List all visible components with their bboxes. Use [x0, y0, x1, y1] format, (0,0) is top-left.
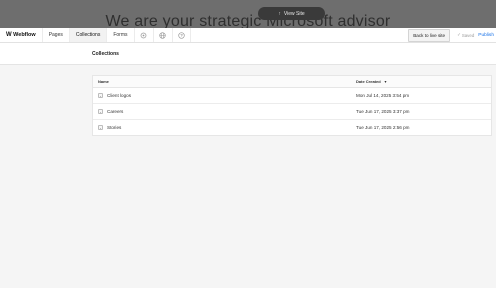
row-date-cell: Mon Jul 14, 2025 3:54 pm [356, 93, 491, 98]
row-name-cell: Careers [93, 109, 356, 114]
row-date: Mon Jul 14, 2025 3:54 pm [356, 93, 410, 98]
collection-icon [98, 93, 103, 98]
row-name-cell: Stories [93, 125, 356, 130]
table-header: Name Date Created ▼ [93, 76, 491, 88]
collection-icon [98, 125, 103, 130]
row-name: Careers [107, 109, 124, 114]
view-site-button[interactable]: ↑ View Site [258, 7, 325, 20]
row-name: Stories [107, 125, 122, 130]
saved-status: ✓ Saved [453, 32, 478, 38]
table-row[interactable]: Stories Tue Jun 17, 2025 2:56 pm [93, 120, 491, 135]
row-date: Tue Jun 17, 2025 2:56 pm [356, 125, 410, 130]
site-headline: We are your strategic Microsoft advisor [105, 13, 391, 28]
tab-pages-label: Pages [48, 32, 63, 38]
column-name-header[interactable]: Name [93, 79, 356, 84]
tab-forms[interactable]: Forms [106, 28, 133, 42]
sort-down-icon: ▼ [383, 79, 388, 84]
table-row[interactable]: Client logos Mon Jul 14, 2025 3:54 pm [93, 88, 491, 104]
collections-table: Name Date Created ▼ Client logos Mon Jul… [92, 75, 492, 136]
tab-collections[interactable]: Collections [68, 28, 107, 42]
check-icon: ✓ [457, 32, 461, 37]
tab-forms-label: Forms [113, 32, 128, 38]
editor-toolbar: W Webflow Pages Collections Forms Back t… [0, 28, 496, 43]
arrow-up-icon: ↑ [278, 10, 281, 17]
row-date-cell: Tue Jun 17, 2025 2:56 pm [356, 125, 491, 130]
row-date-cell: Tue Jun 17, 2025 3:37 pm [356, 109, 491, 114]
tab-collections-label: Collections [75, 32, 101, 38]
column-date-header[interactable]: Date Created ▼ [356, 79, 491, 84]
collection-icon [98, 109, 103, 114]
publish-button[interactable]: Publish [478, 33, 496, 38]
panel-header: Collections [0, 43, 496, 65]
webflow-logo[interactable]: W Webflow [0, 28, 42, 42]
webflow-w-icon: W [6, 32, 12, 38]
saved-label: Saved [461, 32, 475, 38]
back-to-live-site-button[interactable]: Back to live site [408, 28, 451, 42]
logo-label: Webflow [13, 32, 36, 38]
row-name: Client logos [107, 93, 132, 98]
site-preview: We are your strategic Microsoft advisor [0, 0, 496, 28]
help-icon[interactable] [171, 28, 191, 42]
column-date-label: Date Created [356, 79, 381, 84]
column-name-label: Name [98, 79, 109, 84]
settings-icon[interactable] [133, 28, 153, 42]
collections-manager: We are your strategic Microsoft advisor … [0, 0, 496, 288]
row-name-cell: Client logos [93, 93, 356, 98]
tab-pages[interactable]: Pages [41, 28, 69, 42]
row-date: Tue Jun 17, 2025 3:37 pm [356, 109, 410, 114]
table-row[interactable]: Careers Tue Jun 17, 2025 3:37 pm [93, 104, 491, 120]
page-title: Collections [92, 51, 119, 57]
globe-icon[interactable] [152, 28, 172, 42]
view-site-label: View Site [283, 10, 305, 17]
